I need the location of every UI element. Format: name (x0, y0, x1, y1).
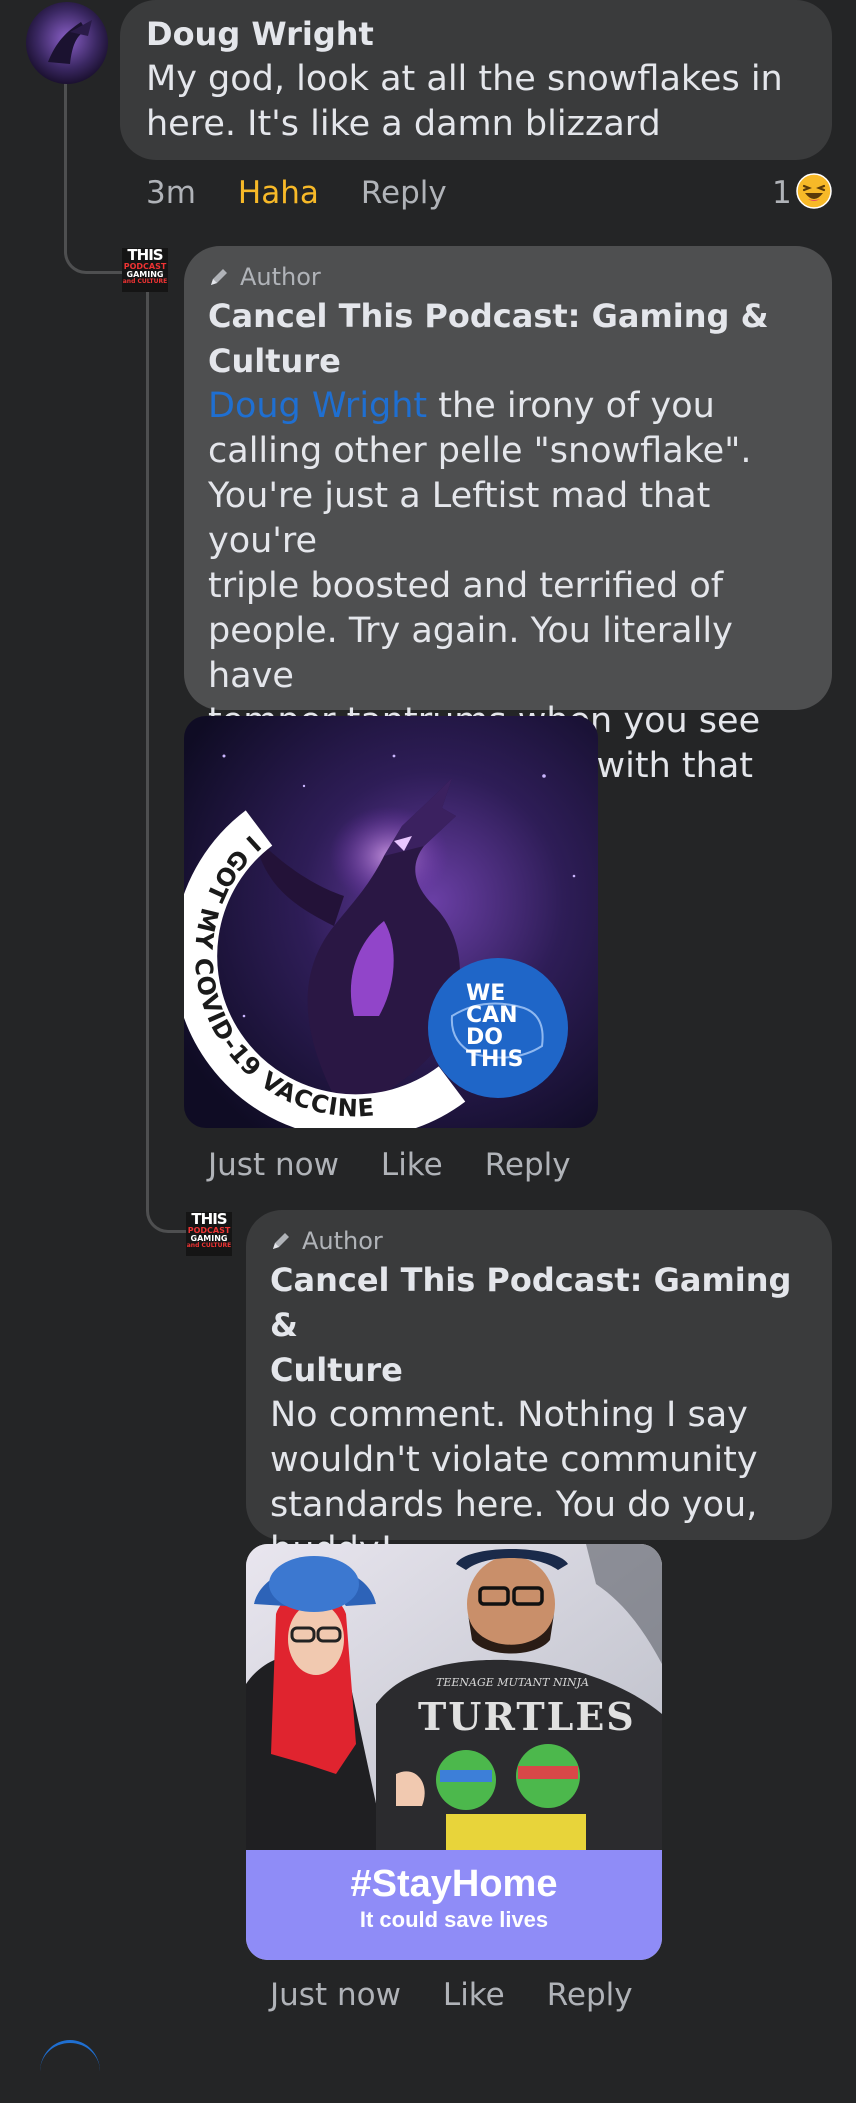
author-badge: Author (270, 1224, 808, 1258)
reply-text-line: people. Try again. You literally have (208, 611, 733, 696)
reply-button[interactable]: Reply (485, 1147, 571, 1183)
reaction-count[interactable]: 1 (772, 170, 832, 216)
cancel-this-podcast-avatar[interactable]: THIS PODCAST GAMING and CULTURE (186, 1212, 232, 1256)
haha-reaction-button[interactable]: Haha (238, 175, 319, 211)
reply2-author-name[interactable]: Cancel This Podcast: Gaming & (270, 1258, 808, 1348)
comment-text-line: here. It's like a damn blizzard (146, 104, 661, 144)
like-button[interactable]: Like (443, 1977, 505, 2013)
reply1-timestamp: Just now (208, 1147, 339, 1183)
vaccine-dragon-image[interactable]: I GOT MY COVID-19 VACCINE WE CAN DO THIS (184, 716, 598, 1128)
reply-button[interactable]: Reply (547, 1977, 633, 2013)
reply2-author-name-cont[interactable]: Culture (270, 1348, 808, 1393)
reply2-actions: Just now Like Reply (270, 1972, 675, 2018)
comment-timestamp: 3m (146, 175, 196, 211)
reply2-text-line: standards here. You do you, (270, 1485, 758, 1525)
comment-text-line: My god, look at all the snowflakes in (146, 59, 783, 99)
shirt-main-text: TURTLES (418, 1694, 636, 1739)
reply-author-name[interactable]: Cancel This Podcast: Gaming & Culture (208, 294, 808, 384)
reply-button[interactable]: Reply (361, 175, 447, 211)
badge-line-this: THIS (466, 1047, 523, 1072)
comment-bubble[interactable]: Doug Wright My god, look at all the snow… (120, 0, 832, 160)
doug-wright-avatar[interactable] (26, 2, 108, 84)
author-badge: Author (208, 260, 808, 294)
thread-connector-1 (64, 226, 123, 274)
pencil-icon (273, 1233, 289, 1249)
laughing-emoji-icon (795, 173, 832, 213)
author-badge-label: Author (240, 263, 321, 291)
thread-connector-2 (146, 1190, 189, 1233)
shirt-top-text: TEENAGE MUTANT NINJA (436, 1676, 589, 1689)
reply2-timestamp: Just now (270, 1977, 401, 2013)
mention-link[interactable]: Doug Wright (208, 386, 427, 426)
reply2-text-line: wouldn't violate community (270, 1440, 758, 1480)
like-button[interactable]: Like (381, 1147, 443, 1183)
reply2-text-line: No comment. Nothing I say (270, 1395, 748, 1435)
reply2-bubble[interactable]: Author Cancel This Podcast: Gaming & Cul… (246, 1210, 832, 1570)
comment-actions: 3m Haha Reply (146, 170, 489, 216)
stay-home-banner-subtitle: It could save lives (359, 1907, 549, 1932)
comment-author-name[interactable]: Doug Wright (146, 12, 806, 57)
reply-text-line: calling other pelle "snowflake". (208, 431, 752, 471)
next-comment-avatar-partial (40, 2040, 100, 2103)
reply-text-first-line: Doug Wright the irony of you (208, 386, 715, 426)
thread-line-main (64, 80, 67, 230)
stay-home-photo[interactable]: TEENAGE MUTANT NINJA TURTLES #StayHome I… (246, 1544, 662, 1960)
pencil-icon (211, 269, 227, 285)
reply-text-line: You're just a Leftist mad that you're (208, 476, 711, 561)
author-badge-label: Author (302, 1227, 383, 1255)
thread-line-reply (146, 290, 149, 1190)
cancel-this-podcast-avatar[interactable]: THIS PODCAST GAMING and CULTURE (122, 248, 168, 292)
reply1-actions: Just now Like Reply (208, 1142, 613, 1188)
stay-home-banner-title: #StayHome (350, 1863, 558, 1905)
reaction-count-number: 1 (772, 175, 792, 211)
stay-home-banner: #StayHome It could save lives (246, 1850, 662, 1960)
reply-bubble[interactable]: Author Cancel This Podcast: Gaming & Cul… (184, 246, 832, 831)
reply-text-line: triple boosted and terrified of (208, 566, 724, 606)
